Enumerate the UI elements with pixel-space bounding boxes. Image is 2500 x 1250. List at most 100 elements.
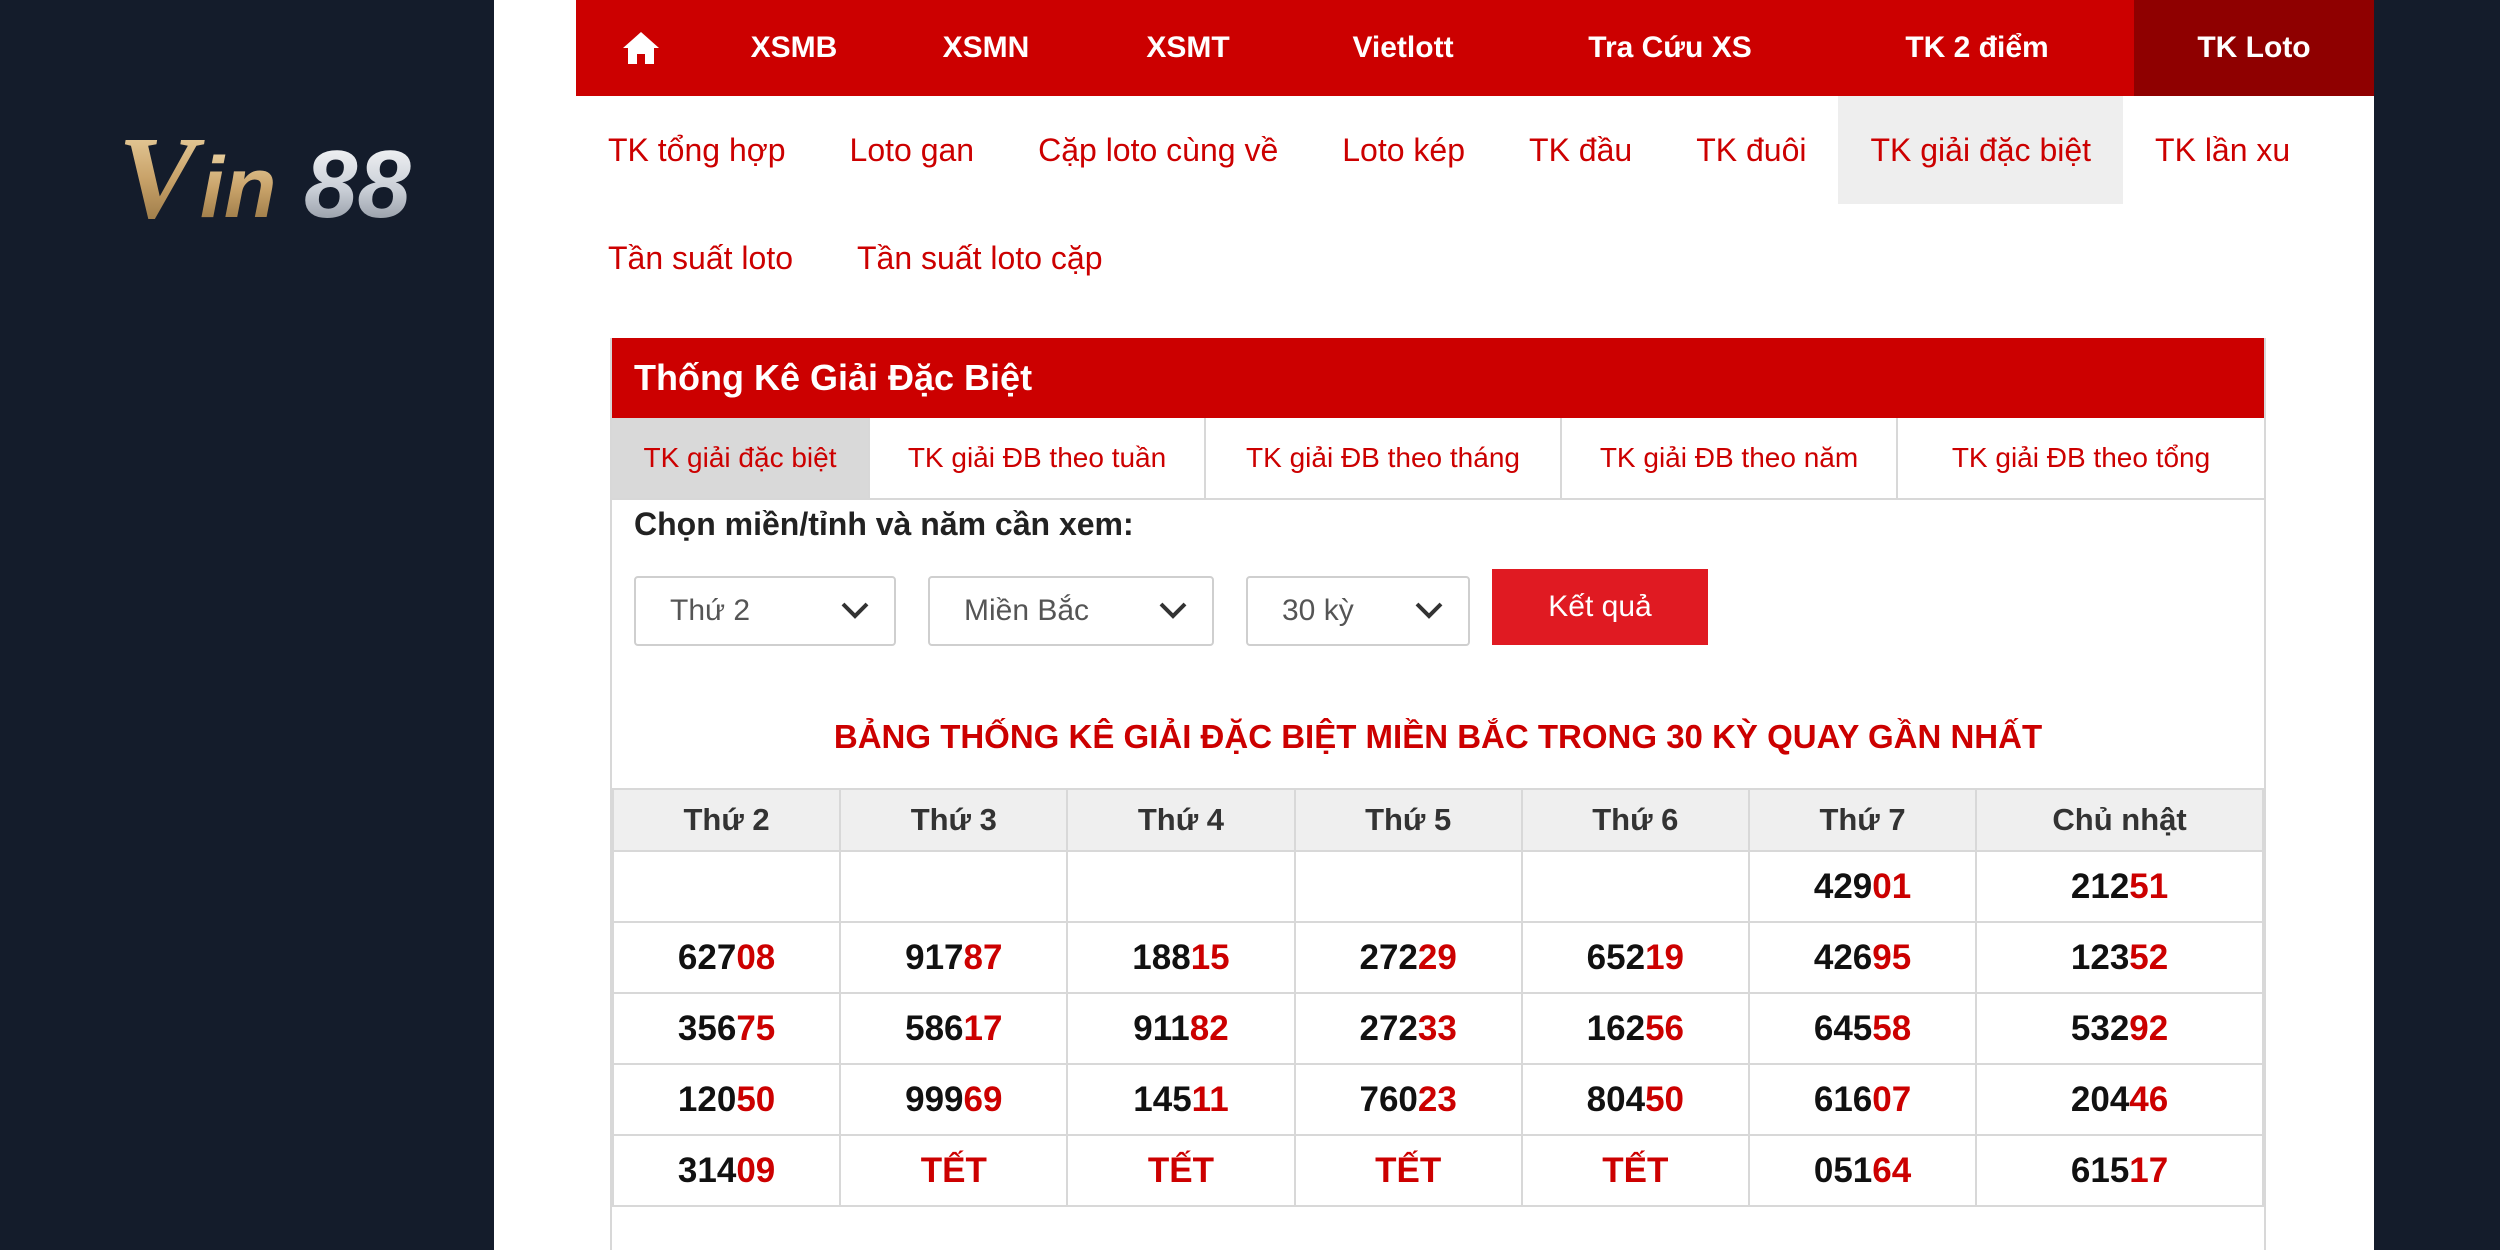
result-cell: 12352 xyxy=(1975,921,2264,994)
result-cell: 64558 xyxy=(1747,992,1978,1065)
result-prefix: 272 xyxy=(1359,937,1418,977)
period-select[interactable]: 30 kỳ xyxy=(1246,576,1470,646)
sub-tk-tong-hop[interactable]: TK tổng hợp xyxy=(576,96,818,204)
nav-tra-cuu-xs[interactable]: Tra Cứu XS xyxy=(1520,0,1820,96)
tab-theo-nam[interactable]: TK giải ĐB theo năm xyxy=(1562,418,1898,498)
sub-nav: TK tổng hợp Loto gan Cặp loto cùng về Lo… xyxy=(576,96,2374,312)
tab-tk-giai-dac-biet[interactable]: TK giải đặc biệt xyxy=(612,418,870,498)
tab-theo-tuan[interactable]: TK giải ĐB theo tuần xyxy=(870,418,1206,498)
result-cell: 21251 xyxy=(1975,850,2264,923)
stats-tabs: TK giải đặc biệt TK giải ĐB theo tuần TK… xyxy=(612,418,2264,500)
result-last-two-digits: 52 xyxy=(2129,937,2169,977)
result-last-two-digits: 15 xyxy=(1190,937,1230,977)
result-cell: 91787 xyxy=(839,921,1069,994)
result-prefix: 123 xyxy=(2070,937,2130,977)
result-prefix: 429 xyxy=(1813,866,1873,906)
sub-loto-kep[interactable]: Loto kép xyxy=(1310,96,1497,204)
sub-tan-suat-loto-cap[interactable]: Tần suất loto cặp xyxy=(825,204,1134,312)
result-cell: 76023 xyxy=(1293,1063,1523,1136)
result-cell: 65219 xyxy=(1520,921,1750,994)
result-cell: TẾT xyxy=(839,1134,1069,1207)
result-last-two-digits: 50 xyxy=(736,1079,776,1119)
result-prefix: 616 xyxy=(1813,1079,1873,1119)
result-last-two-digits: 75 xyxy=(736,1008,776,1048)
result-last-two-digits: 92 xyxy=(2129,1008,2169,1048)
result-last-two-digits: 09 xyxy=(736,1150,776,1190)
nav-tk-2-diem[interactable]: TK 2 điểm xyxy=(1820,0,2134,96)
result-last-two-digits: 29 xyxy=(1417,937,1457,977)
result-prefix: 804 xyxy=(1586,1079,1646,1119)
result-cell: 53292 xyxy=(1975,992,2264,1065)
day-select[interactable]: Thứ 2 xyxy=(634,576,896,646)
result-cell: 12050 xyxy=(611,1063,842,1136)
nav-tk-loto[interactable]: TK Loto xyxy=(2134,0,2374,96)
home-button[interactable] xyxy=(576,0,706,96)
result-cell: 20446 xyxy=(1975,1063,2264,1136)
result-last-two-digits: 50 xyxy=(1645,1079,1685,1119)
header-chu-nhat: Chủ nhật xyxy=(1975,788,2264,852)
nav-vietlott[interactable]: Vietlott xyxy=(1286,0,1520,96)
header-thu-4: Thứ 4 xyxy=(1066,788,1296,852)
result-cell: 61607 xyxy=(1747,1063,1978,1136)
result-prefix: 426 xyxy=(1813,937,1873,977)
result-last-two-digits: 08 xyxy=(736,937,776,977)
header-thu-7: Thứ 7 xyxy=(1747,788,1978,852)
svg-text:in: in xyxy=(200,140,276,235)
result-cell: 58617 xyxy=(839,992,1069,1065)
sub-tk-dau[interactable]: TK đầu xyxy=(1497,96,1664,204)
result-last-two-digits: 51 xyxy=(2129,866,2169,906)
region-select[interactable]: Miền Bắc xyxy=(928,576,1214,646)
sub-tk-lan-xuat-hien[interactable]: TK lần xu xyxy=(2123,96,2322,204)
table-row: 42901 21251 xyxy=(611,850,2264,923)
result-cell xyxy=(611,850,842,923)
result-last-two-digits: 11 xyxy=(1191,1079,1229,1119)
sub-tk-duoi[interactable]: TK đuôi xyxy=(1664,96,1838,204)
result-cell: 62708 xyxy=(611,921,842,994)
sub-loto-gan[interactable]: Loto gan xyxy=(818,96,1007,204)
result-last-two-digits: 33 xyxy=(1417,1008,1457,1048)
result-last-two-digits: TẾT xyxy=(1375,1150,1442,1190)
result-button[interactable]: Kết quả xyxy=(1492,569,1708,645)
result-cell: TẾT xyxy=(1293,1134,1523,1207)
nav-xsmt[interactable]: XSMT xyxy=(1090,0,1286,96)
tab-theo-thang[interactable]: TK giải ĐB theo tháng xyxy=(1206,418,1562,498)
result-prefix: 051 xyxy=(1813,1150,1873,1190)
result-prefix: 162 xyxy=(1586,1008,1646,1048)
result-prefix: 212 xyxy=(2070,866,2130,906)
chevron-down-icon xyxy=(1415,602,1443,619)
result-prefix: 145 xyxy=(1133,1079,1192,1119)
table-row: 31409 TẾT TẾT TẾT TẾT 05164 61517 xyxy=(611,1134,2264,1207)
table-row: 12050 99969 14511 76023 80450 61607 20446 xyxy=(611,1063,2264,1136)
period-select-value: 30 kỳ xyxy=(1282,594,1354,627)
header-thu-6: Thứ 6 xyxy=(1520,788,1750,852)
sub-tan-suat-loto[interactable]: Tần suất loto xyxy=(576,204,825,312)
result-cell: 42901 xyxy=(1747,850,1978,923)
sub-cap-loto-cung-ve[interactable]: Cặp loto cùng về xyxy=(1006,96,1310,204)
result-last-two-digits: 01 xyxy=(1872,866,1912,906)
result-last-two-digits: 69 xyxy=(963,1079,1003,1119)
svg-text:V: V xyxy=(118,115,205,235)
special-prize-stats-box: Thống Kê Giải Đặc Biệt TK giải đặc biệt … xyxy=(610,338,2266,1250)
result-cell: 05164 xyxy=(1747,1134,1978,1207)
tab-theo-tong[interactable]: TK giải ĐB theo tổng xyxy=(1898,418,2264,498)
result-last-two-digits: 17 xyxy=(2129,1150,2169,1190)
header-thu-2: Thứ 2 xyxy=(611,788,842,852)
result-prefix: 314 xyxy=(677,1150,737,1190)
result-last-two-digits: 58 xyxy=(1872,1008,1912,1048)
result-cell: 16256 xyxy=(1520,992,1750,1065)
nav-xsmn[interactable]: XSMN xyxy=(882,0,1090,96)
result-last-two-digits: TẾT xyxy=(920,1150,987,1190)
result-last-two-digits: 95 xyxy=(1872,937,1912,977)
box-title: Thống Kê Giải Đặc Biệt xyxy=(612,338,2264,418)
nav-xsmb[interactable]: XSMB xyxy=(706,0,882,96)
table-title: BẢNG THỐNG KÊ GIẢI ĐẶC BIỆT MIỀN BẮC TRO… xyxy=(833,718,2043,755)
table-row: 62708 91787 18815 27229 65219 42695 12352 xyxy=(611,921,2264,994)
result-prefix: 627 xyxy=(677,937,737,977)
result-cell: 27233 xyxy=(1293,992,1523,1065)
sub-tk-giai-dac-biet[interactable]: TK giải đặc biệt xyxy=(1838,96,2124,204)
table-body: 42901 21251 62708 91787 18815 27229 65219 42695… xyxy=(611,850,2264,1207)
result-prefix: 204 xyxy=(2070,1079,2130,1119)
result-last-two-digits: 56 xyxy=(1645,1008,1685,1048)
result-prefix: 586 xyxy=(905,1008,964,1048)
result-last-two-digits: TẾT xyxy=(1602,1150,1669,1190)
